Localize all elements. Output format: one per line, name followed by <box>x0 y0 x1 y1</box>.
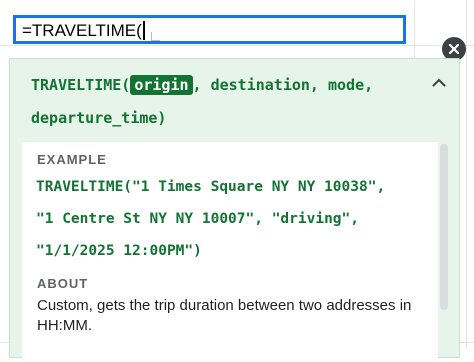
autocomplete-hint-mark <box>151 32 160 41</box>
details-scrollbar[interactable] <box>438 142 450 362</box>
function-signature: TRAVELTIME(origin, destination, mode, dep… <box>31 69 421 135</box>
signature-rest-line2: departure_time) <box>31 109 167 127</box>
example-label: EXAMPLE <box>37 152 107 167</box>
formula-text[interactable]: =TRAVELTIME( <box>22 21 145 40</box>
text-caret <box>142 21 145 40</box>
active-parameter: origin <box>130 75 193 95</box>
example-code: TRAVELTIME("1 Times Square NY NY 10038",… <box>36 179 386 259</box>
collapse-help-button[interactable] <box>428 71 450 93</box>
function-name: TRAVELTIME( <box>31 76 131 94</box>
about-label: ABOUT <box>37 276 89 291</box>
formula-cell-editor[interactable]: =TRAVELTIME( <box>13 15 406 44</box>
close-icon <box>448 43 460 55</box>
help-details-panel[interactable]: EXAMPLE TRAVELTIME("1 Times Square NY NY… <box>22 142 438 362</box>
scrollbar-thumb[interactable] <box>440 144 448 310</box>
function-help-card: TRAVELTIME(origin, destination, mode, dep… <box>9 58 460 362</box>
signature-rest-line1: , destination, mode, <box>192 76 374 94</box>
chevron-up-icon <box>432 78 446 86</box>
about-text: Custom, gets the trip duration between t… <box>37 297 412 334</box>
